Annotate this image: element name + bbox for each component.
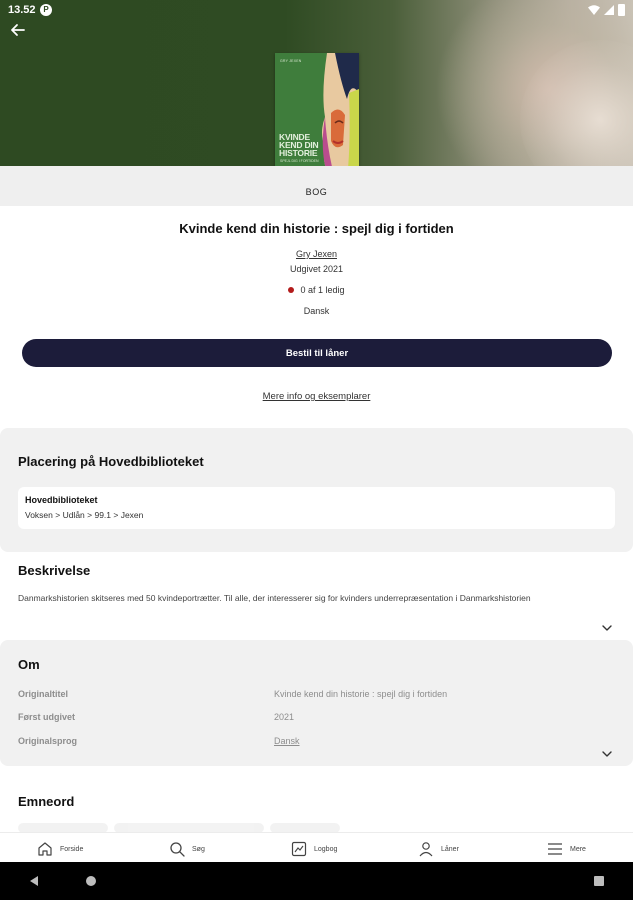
author-link[interactable]: Gry Jexen: [296, 249, 337, 259]
search-icon: [170, 842, 185, 857]
nav-item-search[interactable]: Søg: [168, 839, 205, 859]
placement-card: Hovedbiblioteket Voksen > Udlån > 99.1 >…: [18, 487, 615, 529]
nav-label: Mere: [570, 845, 586, 853]
logbook-icon: [291, 841, 307, 857]
cover-subtitle: SPEJL DIG I FORTIDEN: [280, 159, 319, 163]
recents-square-icon[interactable]: [593, 875, 605, 887]
book-language: Dansk: [303, 306, 330, 316]
cover-title: KVINDE KEND DIN HISTORIE: [279, 133, 319, 158]
app-notification-icon: P: [40, 4, 52, 16]
status-bar: 13.52 P: [0, 0, 633, 20]
chevron-down-icon[interactable]: [600, 747, 614, 761]
nav-label: Forside: [60, 845, 84, 853]
arrow-left-icon[interactable]: [8, 20, 30, 40]
language-link[interactable]: Dansk: [274, 736, 300, 746]
placement-heading: Placering på Hovedbiblioteket: [18, 454, 204, 469]
nav-item-more[interactable]: Mere: [546, 839, 586, 859]
subject-chips: [18, 820, 438, 833]
about-heading: Om: [18, 657, 40, 672]
material-type-bar: BOG: [0, 166, 633, 206]
nav-label: Låner: [441, 845, 459, 853]
availability-status: 0 af 1 ledig: [0, 285, 633, 295]
more-info-link[interactable]: Mere info og eksemplarer: [0, 391, 633, 402]
about-row-label: Originalsprog: [18, 736, 78, 746]
nav-label: Søg: [192, 845, 205, 853]
status-time: 13.52: [8, 4, 36, 16]
screen: 13.52 P GRY JEXEN KVINDE KEND DIN HISTOR…: [0, 0, 633, 900]
menu-icon: [548, 843, 562, 855]
order-button[interactable]: Bestil til låner: [22, 339, 612, 367]
cover-title-line: HISTORIE: [279, 148, 318, 158]
home-circle-icon[interactable]: [85, 875, 97, 887]
battery-icon: [618, 4, 625, 16]
hero-banner: 13.52 P GRY JEXEN KVINDE KEND DIN HISTOR…: [0, 0, 633, 166]
book-cover: GRY JEXEN KVINDE KEND DIN HISTORIE SPEJL…: [275, 53, 359, 166]
system-icons: [588, 4, 625, 16]
system-navigation-bar: [0, 862, 633, 900]
description-heading: Beskrivelse: [18, 563, 91, 578]
about-row-label: Originaltitel: [18, 689, 69, 699]
about-row-value: 2021: [274, 712, 295, 722]
nav-item-home[interactable]: Forside: [36, 839, 83, 859]
home-icon: [38, 842, 52, 856]
shelf-path: Voksen > Udlån > 99.1 > Jexen: [25, 510, 144, 520]
book-author-line: Gry Jexen: [0, 249, 633, 259]
availability-text: 0 af 1 ledig: [300, 285, 345, 295]
availability-dot-icon: [288, 287, 295, 293]
bottom-navigation: Forside Søg Logbog Låner Mere: [0, 832, 633, 862]
book-title: Kvinde kend din historie : spejl dig i f…: [179, 221, 454, 236]
nav-label: Logbog: [314, 845, 338, 853]
person-icon: [419, 842, 433, 857]
publish-year: Udgivet 2021: [289, 264, 344, 274]
about-row-value: Kvinde kend din historie : spejl dig i f…: [274, 689, 448, 699]
material-type-label: BOG: [305, 187, 328, 197]
about-section: Om Originaltitel Kvinde kend din histori…: [0, 640, 633, 766]
back-triangle-icon[interactable]: [28, 875, 40, 887]
branch-name: Hovedbiblioteket: [25, 495, 98, 505]
chevron-down-icon[interactable]: [600, 621, 614, 635]
signal-icon: [604, 5, 614, 15]
nav-item-logbook[interactable]: Logbog: [290, 839, 337, 859]
wifi-icon: [588, 5, 600, 15]
subjects-heading: Emneord: [18, 794, 75, 809]
about-row-label: Først udgivet: [18, 712, 76, 722]
description-text: Danmarkshistorien skitseres med 50 kvind…: [18, 593, 531, 603]
nav-item-borrower[interactable]: Låner: [417, 839, 459, 859]
cover-author: GRY JEXEN: [280, 59, 302, 63]
placement-section: Placering på Hovedbiblioteket Hovedbibli…: [0, 428, 633, 552]
